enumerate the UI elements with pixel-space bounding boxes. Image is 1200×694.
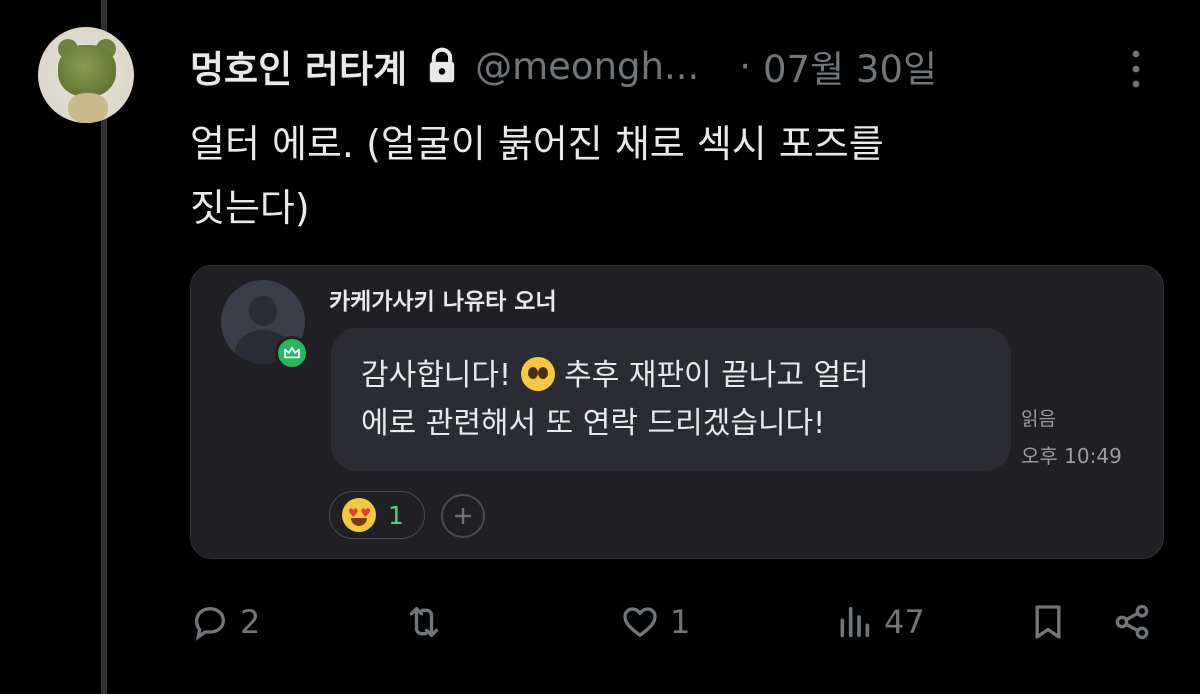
tweet-text-line: 얼터 에로. (얼굴이 붉어진 채로 섹시 포즈를 <box>190 122 884 166</box>
crown-icon <box>275 336 309 370</box>
heart-eyes-emoji: ♥ ♥ <box>342 498 376 532</box>
retweet-icon <box>409 607 439 637</box>
handle[interactable]: @meongh... <box>475 45 699 88</box>
lock-icon <box>425 47 459 85</box>
message-line: 감사합니다! 추후 재판이 끝나고 얼터 <box>361 352 981 400</box>
attached-image-card[interactable]: 카케가사키 나유타 오너 감사합니다! 추후 재판이 끝나고 얼터 에로 관련해… <box>190 265 1164 559</box>
message-text: 감사합니다! <box>361 358 512 393</box>
share-icon <box>1115 604 1149 640</box>
tweet-date[interactable]: 07월 30일 <box>763 39 937 93</box>
reaction-chip: ♥ ♥ 1 <box>329 491 425 539</box>
reply-count: 2 <box>240 603 261 641</box>
pleading-face-emoji <box>520 357 555 391</box>
plus-icon <box>441 494 485 538</box>
heart-icon <box>623 607 657 637</box>
tweet-stage: 멍호인 러타계 @meongh... · 07월 30일 얼터 에로. (얼굴이… <box>0 0 1200 694</box>
avatar-head <box>249 296 277 326</box>
views-count: 47 <box>884 603 925 641</box>
reply-icon <box>194 606 226 641</box>
message-text: 추후 재판이 끝나고 얼터 <box>564 358 869 393</box>
reply-button[interactable]: 2 <box>190 594 260 650</box>
bookmark-button[interactable] <box>1028 594 1068 650</box>
tweet-text-line: 짓는다) <box>190 186 310 230</box>
action-bar: 2 1 47 <box>190 594 1160 650</box>
bookmark-icon <box>1035 605 1061 639</box>
read-status: 읽음 <box>1021 408 1056 430</box>
like-button[interactable]: 1 <box>620 594 690 650</box>
more-icon[interactable] <box>1126 44 1146 94</box>
chat-message-bubble: 감사합니다! 추후 재판이 끝나고 얼터 에로 관련해서 또 연락 드리겠습니다… <box>331 328 1011 471</box>
avatar[interactable] <box>38 27 134 123</box>
message-time: 오후 10:49 <box>1021 444 1122 468</box>
chat-sender-name: 카케가사키 나유타 오너 <box>329 289 557 315</box>
tweet-text: 얼터 에로. (얼굴이 붉어진 채로 섹시 포즈를 짓는다) <box>190 112 1090 240</box>
retweet-button[interactable] <box>404 594 454 650</box>
message-line: 에로 관련해서 또 연락 드리겠습니다! <box>361 406 826 441</box>
reaction-count: 1 <box>388 500 404 530</box>
header-separator: · <box>739 44 752 88</box>
views-button[interactable]: 47 <box>834 594 925 650</box>
tweet-header: 멍호인 러타계 @meongh... · 07월 30일 <box>190 36 937 96</box>
bear-head <box>58 45 116 97</box>
share-button[interactable] <box>1112 594 1152 650</box>
display-name[interactable]: 멍호인 러타계 <box>190 39 407 93</box>
views-icon <box>840 606 870 638</box>
bear-body <box>68 93 108 123</box>
like-count: 1 <box>670 603 691 641</box>
